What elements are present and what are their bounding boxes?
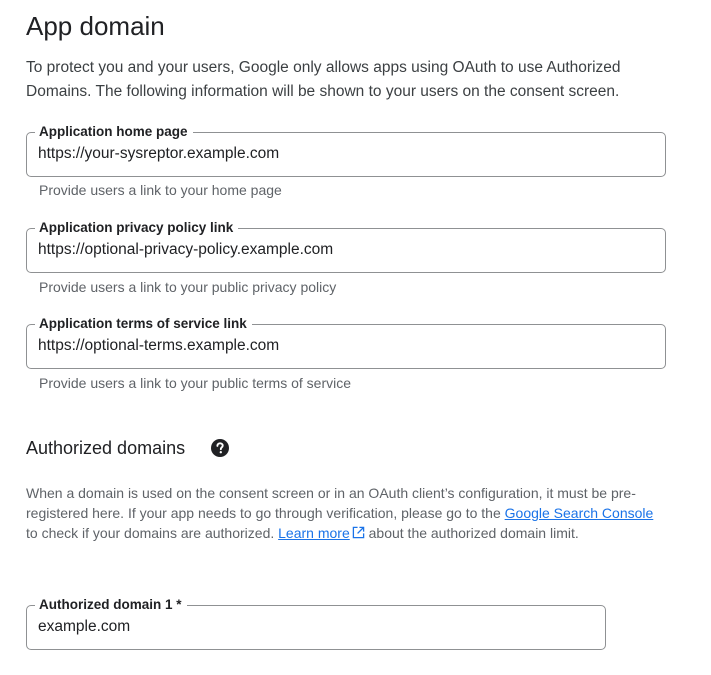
authorized-domain-1-input[interactable] [38, 616, 595, 638]
terms-of-service-hint: Provide users a link to your public term… [39, 375, 352, 391]
home-page-label: Application home page [35, 123, 193, 141]
terms-of-service-field[interactable]: Application terms of service link [26, 315, 666, 369]
learn-more-label: Learn more [278, 525, 350, 541]
terms-of-service-input[interactable] [38, 335, 655, 357]
authorized-domain-1-field[interactable]: Authorized domain 1 * [26, 596, 606, 650]
authorized-domain-1-label: Authorized domain 1 * [35, 596, 187, 614]
open-in-new-icon [352, 526, 364, 539]
privacy-policy-input[interactable] [38, 239, 655, 261]
description-text-2: to check if your domains are authorized. [26, 525, 279, 541]
help-circle-icon[interactable] [211, 439, 229, 457]
privacy-policy-hint: Provide users a link to your public priv… [39, 279, 337, 295]
google-search-console-link[interactable]: Google Search Console [505, 505, 654, 521]
authorized-domains-title: Authorized domains [26, 438, 186, 458]
privacy-policy-field[interactable]: Application privacy policy link [26, 219, 666, 273]
page-title: App domain [26, 11, 165, 41]
app-domain-intro: To protect you and your users, Google on… [26, 59, 621, 100]
home-page-hint: Provide users a link to your home page [39, 182, 282, 198]
authorized-domains-description: When a domain is used on the consent scr… [26, 483, 666, 543]
home-page-input[interactable] [38, 143, 655, 165]
home-page-field[interactable]: Application home page [26, 123, 666, 177]
description-text-3: about the authorized domain limit. [364, 525, 579, 541]
privacy-policy-label: Application privacy policy link [35, 219, 239, 237]
terms-of-service-label: Application terms of service link [35, 315, 252, 333]
learn-more-link[interactable]: Learn more [278, 525, 365, 541]
